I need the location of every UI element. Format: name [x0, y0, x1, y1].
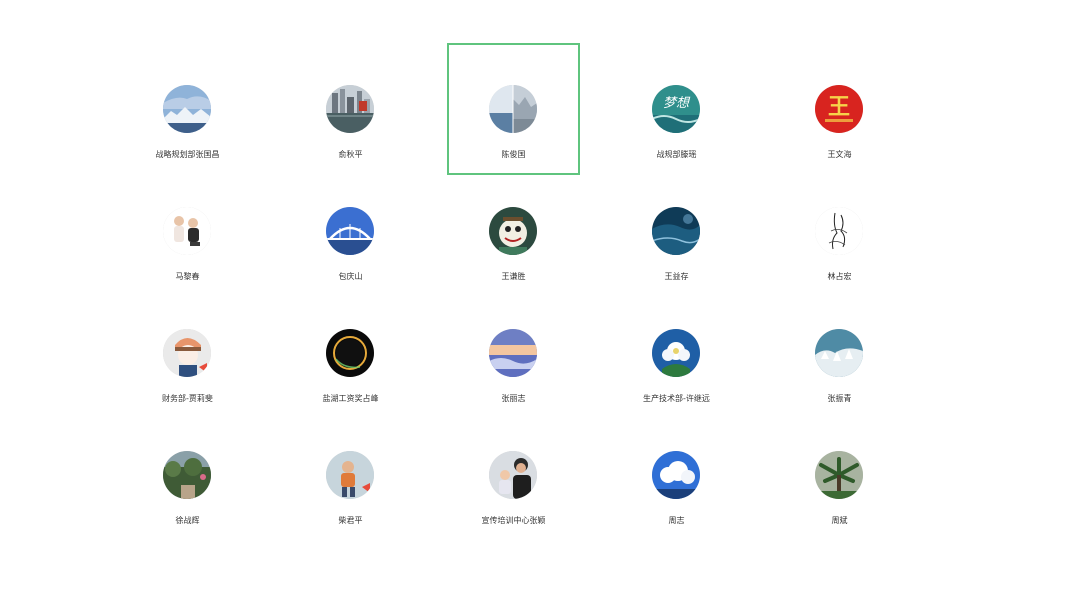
contact-name: 战规部滕瑶	[656, 150, 697, 159]
contact-name: 王益存	[664, 272, 689, 281]
contact-card[interactable]: 王 王文海	[773, 43, 906, 175]
contact-card[interactable]: 张振青	[773, 287, 906, 419]
contact-card[interactable]: 财务部-贾莉斐	[121, 287, 254, 419]
contact-name: 战略规划部张国昌	[155, 150, 220, 159]
mountain-lake-avatar-icon	[163, 85, 211, 133]
contact-card-selected[interactable]: 陈俊国	[447, 43, 580, 175]
white-bridge-avatar-icon	[326, 207, 374, 255]
contact-card[interactable]: 柴君平	[284, 409, 417, 541]
dark-ocean-avatar-icon	[652, 207, 700, 255]
family-photo-avatar-icon	[489, 451, 537, 499]
contact-name: 林占宏	[827, 272, 852, 281]
contact-card[interactable]: 张丽志	[447, 287, 580, 419]
contact-name: 徐战辉	[175, 516, 200, 525]
contact-card[interactable]: 周志	[610, 409, 743, 541]
contact-name: 陈俊国	[501, 150, 526, 159]
kids-photo-avatar-icon	[163, 207, 211, 255]
contact-name: 包庆山	[338, 272, 363, 281]
contact-grid: 战略规划部张国昌 俞秋平 陈俊国 梦想 战规部滕瑶 王 王文海 马黎春 包庆山 …	[121, 43, 936, 531]
contact-card[interactable]: 王谦胜	[447, 165, 580, 297]
contact-card[interactable]: 盐湖工资奖占峰	[284, 287, 417, 419]
contact-name: 王谦胜	[501, 272, 526, 281]
contact-name: 生产技术部-许继远	[643, 394, 710, 403]
sunset-clouds-avatar-icon	[489, 329, 537, 377]
contact-name: 柴君平	[338, 516, 363, 525]
contact-name: 周志	[668, 516, 685, 525]
svg-text:王: 王	[828, 94, 850, 120]
child-photo-avatar-icon	[326, 451, 374, 499]
red-wang-character-avatar-icon: 王	[815, 85, 863, 133]
calligraphy-teal-avatar-icon: 梦想	[652, 85, 700, 133]
contact-card[interactable]: 战略规划部张国昌	[121, 43, 254, 175]
contact-card[interactable]: 包庆山	[284, 165, 417, 297]
snowy-trees-avatar-icon	[815, 329, 863, 377]
contact-name: 马黎春	[175, 272, 200, 281]
ink-sketch-avatar-icon	[815, 207, 863, 255]
blue-sky-clouds-avatar-icon	[652, 451, 700, 499]
contacts-page: 战略规划部张国昌 俞秋平 陈俊国 梦想 战规部滕瑶 王 王文海 马黎春 包庆山 …	[0, 0, 1080, 598]
palm-tree-avatar-icon	[815, 451, 863, 499]
contact-card[interactable]: 周斌	[773, 409, 906, 541]
contact-card[interactable]: 马黎春	[121, 165, 254, 297]
contact-card[interactable]: 林占宏	[773, 165, 906, 297]
contact-card[interactable]: 徐战辉	[121, 409, 254, 541]
contact-name: 盐湖工资奖占峰	[322, 394, 379, 403]
cartoon-girl-avatar-icon	[163, 329, 211, 377]
split-sea-avatar-icon	[489, 85, 537, 133]
contact-name: 俞秋平	[338, 150, 363, 159]
contact-card[interactable]: 王益存	[610, 165, 743, 297]
contact-card[interactable]: 生产技术部-许继远	[610, 287, 743, 419]
white-flower-avatar-icon	[652, 329, 700, 377]
svg-text:梦想: 梦想	[663, 96, 691, 111]
contact-name: 王文海	[827, 150, 852, 159]
cartoon-cat-avatar-icon	[489, 207, 537, 255]
contact-card[interactable]: 梦想 战规部滕瑶	[610, 43, 743, 175]
contact-name: 张丽志	[501, 394, 526, 403]
contact-name: 财务部-贾莉斐	[162, 394, 213, 403]
contact-name: 周斌	[831, 516, 848, 525]
contact-card[interactable]: 宣传培训中心张颖	[447, 409, 580, 541]
contact-name: 张振青	[827, 394, 852, 403]
garden-path-avatar-icon	[163, 451, 211, 499]
eclipse-ring-avatar-icon	[326, 329, 374, 377]
city-harbor-avatar-icon	[326, 85, 374, 133]
contact-card[interactable]: 俞秋平	[284, 43, 417, 175]
contact-name: 宣传培训中心张颖	[481, 516, 546, 525]
